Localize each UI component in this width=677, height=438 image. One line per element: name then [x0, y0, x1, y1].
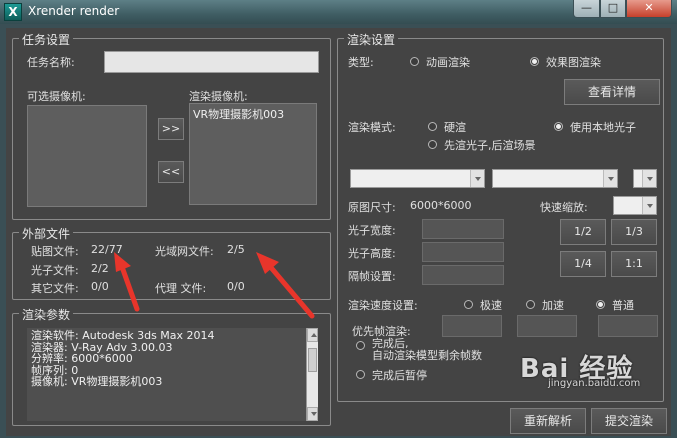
view-details-button[interactable]: 查看详情: [564, 79, 660, 105]
speed-normal-radio[interactable]: [596, 300, 605, 309]
map-files-label: 贴图文件:: [31, 245, 79, 258]
render-camera-item[interactable]: VR物理摄影机003: [193, 106, 313, 122]
ies-files-value: 2/5: [227, 243, 245, 256]
submit-render-button[interactable]: 提交渲染: [591, 408, 667, 434]
available-cameras-list[interactable]: [27, 105, 147, 207]
scale-original-button[interactable]: 1:1: [611, 251, 657, 277]
render-cameras-label: 渲染摄像机:: [189, 90, 248, 103]
other-files-value: 0/0: [91, 280, 109, 293]
after-pause-label[interactable]: 完成后暂停: [372, 367, 427, 383]
speed-fast-label[interactable]: 加速: [542, 297, 564, 313]
proxy-files-value: 0/0: [227, 280, 245, 293]
mode-local-photon-radio[interactable]: [554, 122, 563, 131]
photon-width-input[interactable]: [422, 219, 504, 239]
photon-width-label: 光子宽度:: [348, 224, 396, 237]
priority-frame-input-3[interactable]: [598, 315, 658, 337]
map-files-value: 22/77: [91, 243, 123, 256]
mode-photon-first-radio[interactable]: [428, 140, 437, 149]
render-params-group: 渲染参数 渲染软件: Autodesk 3ds Max 2014 渲染器: V-…: [12, 306, 331, 426]
task-settings-title: 任务设置: [19, 31, 74, 48]
scene-combo-2[interactable]: [492, 169, 618, 188]
mode-hard-label[interactable]: 硬渲: [444, 119, 466, 135]
scale-quarter-button[interactable]: 1/4: [560, 251, 606, 277]
external-files-group: 外部文件 贴图文件: 22/77 光域网文件: 2/5 光子文件: 2/2 其它…: [12, 225, 331, 300]
add-camera-button[interactable]: >>: [158, 118, 184, 140]
app-icon: X: [4, 3, 22, 21]
type-animation-label[interactable]: 动画渲染: [426, 54, 470, 70]
scroll-thumb[interactable]: [308, 348, 317, 372]
scene-combo-1[interactable]: [350, 169, 485, 188]
close-button[interactable]: ✕: [626, 0, 672, 18]
title-bar[interactable]: X Xrender render — □ ✕: [0, 0, 677, 24]
chevron-down-icon[interactable]: [642, 170, 656, 187]
type-label: 类型:: [348, 56, 374, 69]
photon-files-value: 2/2: [91, 262, 109, 275]
mode-local-photon-label[interactable]: 使用本地光子: [570, 119, 636, 135]
mode-photon-first-label[interactable]: 先渲光子,后渲场景: [444, 137, 536, 153]
chevron-down-icon[interactable]: [642, 197, 656, 214]
photon-height-input[interactable]: [422, 242, 504, 262]
after-auto-render-label[interactable]: 完成后, 自动渲染模型剩余帧数: [372, 338, 482, 362]
task-name-input[interactable]: [104, 51, 319, 73]
mode-label: 渲染模式:: [348, 121, 396, 134]
param-line: 摄像机: VR物理摄影机003: [31, 375, 163, 388]
speed-normal-label[interactable]: 普通: [612, 297, 634, 313]
params-scrollbar[interactable]: [306, 328, 318, 421]
scroll-down-icon[interactable]: [307, 407, 318, 421]
original-size-value: 6000*6000: [410, 199, 472, 212]
type-still-label[interactable]: 效果图渲染: [546, 54, 601, 70]
speed-fastest-label[interactable]: 极速: [480, 297, 502, 313]
baidu-watermark-url: jingyan.baidu.com: [548, 378, 641, 389]
external-files-title: 外部文件: [19, 225, 74, 242]
task-name-label: 任务名称:: [27, 56, 75, 69]
proxy-files-label: 代理 文件:: [155, 282, 207, 295]
scroll-up-icon[interactable]: [307, 328, 318, 342]
maximize-button[interactable]: □: [600, 0, 626, 18]
scale-third-button[interactable]: 1/3: [611, 219, 657, 245]
ies-files-label: 光域网文件:: [155, 245, 214, 258]
chevron-down-icon[interactable]: [603, 170, 617, 187]
reparse-button[interactable]: 重新解析: [510, 408, 586, 434]
after-auto-render-radio[interactable]: [356, 341, 365, 350]
window-title: Xrender render: [28, 4, 120, 18]
param-line: 分辨率: 6000*6000: [31, 352, 133, 365]
type-animation-radio[interactable]: [410, 57, 419, 66]
render-params-title: 渲染参数: [19, 306, 74, 323]
quick-zoom-label: 快速缩放:: [540, 201, 588, 214]
photon-files-label: 光子文件:: [31, 264, 79, 277]
chevron-down-icon[interactable]: [470, 170, 484, 187]
quick-zoom-combo[interactable]: [613, 196, 657, 215]
param-line: 渲染软件: Autodesk 3ds Max 2014: [31, 329, 215, 342]
frame-interval-label: 隔帧设置:: [348, 270, 396, 283]
scale-half-button[interactable]: 1/2: [560, 219, 606, 245]
task-settings-group: 任务设置 任务名称: 可选摄像机: 渲染摄像机: VR物理摄影机003 >> <…: [12, 31, 331, 220]
available-cameras-label: 可选摄像机:: [27, 90, 86, 103]
priority-frame-input-1[interactable]: [442, 315, 502, 337]
original-size-label: 原图尺寸:: [348, 201, 396, 214]
render-cameras-list[interactable]: VR物理摄影机003: [189, 103, 317, 205]
photon-height-label: 光子高度:: [348, 247, 396, 260]
mode-hard-radio[interactable]: [428, 122, 437, 131]
frame-interval-input[interactable]: [422, 265, 504, 285]
priority-frame-input-2[interactable]: [517, 315, 577, 337]
remove-camera-button[interactable]: <<: [158, 161, 184, 183]
scene-combo-3[interactable]: [633, 169, 657, 188]
minimize-button[interactable]: —: [573, 0, 600, 18]
speed-fast-radio[interactable]: [526, 300, 535, 309]
after-pause-radio[interactable]: [356, 370, 365, 379]
other-files-label: 其它文件:: [31, 282, 79, 295]
speed-fastest-radio[interactable]: [464, 300, 473, 309]
render-speed-label: 渲染速度设置:: [348, 299, 418, 312]
render-params-text[interactable]: 渲染软件: Autodesk 3ds Max 2014 渲染器: V-Ray A…: [27, 328, 317, 421]
type-still-radio[interactable]: [530, 57, 539, 66]
render-settings-title: 渲染设置: [344, 31, 399, 48]
